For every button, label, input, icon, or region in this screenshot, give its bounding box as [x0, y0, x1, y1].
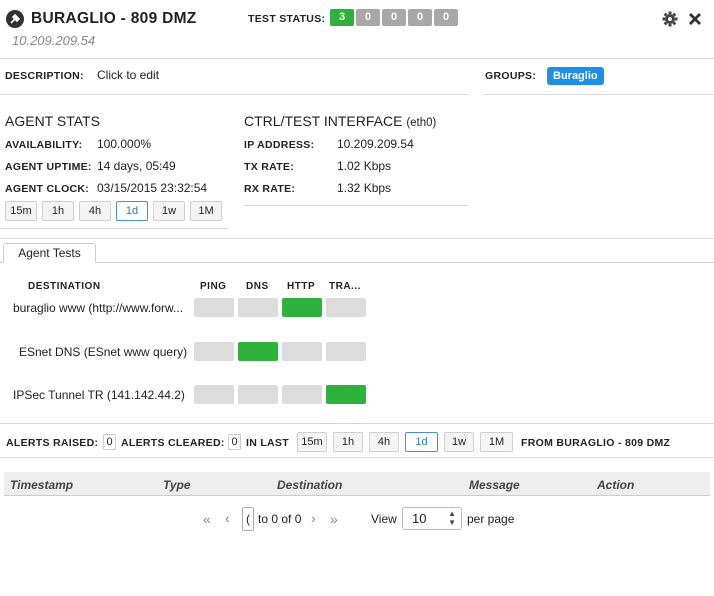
test-cell-dns[interactable]: [238, 342, 278, 361]
col-action[interactable]: Action: [597, 478, 634, 492]
gear-icon[interactable]: [662, 11, 678, 27]
test-cell-traceroute[interactable]: [326, 342, 366, 361]
alerts-range-1h-button[interactable]: 1h: [333, 432, 363, 452]
availability-label: AVAILABILITY:: [5, 139, 83, 151]
test-cell-http[interactable]: [282, 298, 322, 317]
alerts-from-label: FROM BURAGLIO - 809 DMZ: [521, 437, 671, 449]
page-input[interactable]: (: [242, 507, 254, 531]
test-destination[interactable]: IPSec Tunnel TR (141.142.44.2): [13, 388, 185, 402]
col-ping: PING: [200, 281, 227, 292]
description-value[interactable]: Click to edit: [97, 68, 159, 82]
status-count-ok[interactable]: 3: [330, 9, 354, 26]
test-cell-dns[interactable]: [238, 298, 278, 317]
view-label: View: [371, 512, 397, 526]
col-http: HTTP: [287, 281, 316, 292]
alerts-cleared-count: 0: [228, 434, 241, 450]
agent-icon: [6, 10, 24, 28]
groups-label: GROUPS:: [485, 70, 537, 82]
agent-stats-title: AGENT STATS: [5, 113, 100, 129]
test-cell-traceroute[interactable]: [326, 298, 366, 317]
clock-label: AGENT CLOCK:: [5, 183, 90, 195]
status-count[interactable]: 0: [408, 9, 432, 26]
in-last-label: IN LAST: [246, 437, 289, 449]
range-1h-button[interactable]: 1h: [42, 201, 74, 221]
per-page-value: 10: [412, 511, 427, 526]
alerts-range-1M-button[interactable]: 1M: [480, 432, 513, 452]
col-dns: DNS: [246, 281, 269, 292]
ctrl-title-text: CTRL/TEST INTERFACE: [244, 113, 403, 129]
test-status-label: TEST STATUS:: [248, 13, 326, 25]
test-cell-ping[interactable]: [194, 385, 234, 404]
col-message[interactable]: Message: [469, 478, 520, 492]
close-icon[interactable]: [688, 12, 702, 26]
test-cell-http[interactable]: [282, 342, 322, 361]
status-count[interactable]: 0: [434, 9, 458, 26]
agent-title: BURAGLIO - 809 DMZ: [31, 10, 197, 27]
test-cell-dns[interactable]: [238, 385, 278, 404]
alerts-range-4h-button[interactable]: 4h: [369, 432, 399, 452]
test-destination[interactable]: ESnet DNS (ESnet www query): [19, 345, 187, 359]
test-destination[interactable]: buraglio www (http://www.forw...: [13, 301, 183, 315]
test-cell-ping[interactable]: [194, 342, 234, 361]
availability-value: 100.000%: [97, 137, 152, 151]
status-count[interactable]: 0: [382, 9, 406, 26]
alerts-range-1w-button[interactable]: 1w: [444, 432, 474, 452]
group-tag[interactable]: Buraglio: [547, 67, 604, 85]
range-1d-button[interactable]: 1d: [116, 201, 148, 221]
clock-value: 03/15/2015 23:32:54: [97, 181, 208, 195]
alerts-cleared-label: ALERTS CLEARED:: [121, 437, 225, 449]
ctrl-iface: (eth0): [406, 117, 437, 129]
prev-page-icon[interactable]: ‹: [225, 510, 230, 526]
per-page-select[interactable]: 10 ▲ ▼: [402, 507, 462, 530]
test-cell-traceroute[interactable]: [326, 385, 366, 404]
alerts-raised-count: 0: [103, 434, 116, 450]
col-type[interactable]: Type: [163, 478, 191, 492]
rx-rate-label: RX RATE:: [244, 183, 296, 195]
first-page-icon[interactable]: «: [203, 511, 211, 527]
col-destination: DESTINATION: [28, 281, 101, 292]
tx-rate-value: 1.02 Kbps: [337, 159, 392, 173]
range-1M-button[interactable]: 1M: [190, 201, 222, 221]
col-traceroute: TRA...: [329, 281, 361, 292]
alerts-range-1d-button[interactable]: 1d: [405, 432, 438, 452]
next-page-icon[interactable]: ›: [311, 510, 316, 526]
agent-ip: 10.209.209.54: [12, 33, 96, 48]
range-4h-button[interactable]: 4h: [79, 201, 111, 221]
alerts-range-15m-button[interactable]: 15m: [297, 432, 327, 452]
description-label: DESCRIPTION:: [5, 70, 84, 82]
rx-rate-value: 1.32 Kbps: [337, 181, 392, 195]
range-1w-button[interactable]: 1w: [153, 201, 185, 221]
uptime-label: AGENT UPTIME:: [5, 161, 92, 173]
status-count[interactable]: 0: [356, 9, 380, 26]
test-status-counts: 3 0 0 0 0: [330, 9, 458, 26]
last-page-icon[interactable]: »: [330, 511, 338, 527]
ip-address-value: 10.209.209.54: [337, 137, 414, 151]
ip-address-label: IP ADDRESS:: [244, 139, 315, 151]
ctrl-title: CTRL/TEST INTERFACE (eth0): [244, 113, 436, 129]
col-timestamp[interactable]: Timestamp: [10, 478, 73, 492]
test-cell-ping[interactable]: [194, 298, 234, 317]
range-15m-button[interactable]: 15m: [5, 201, 37, 221]
test-cell-http[interactable]: [282, 385, 322, 404]
uptime-value: 14 days, 05:49: [97, 159, 176, 173]
tx-rate-label: TX RATE:: [244, 161, 295, 173]
alerts-raised-label: ALERTS RAISED:: [6, 437, 99, 449]
per-page-label: per page: [467, 512, 515, 526]
page-of-text: to 0 of 0: [258, 512, 302, 526]
tab-agent-tests[interactable]: Agent Tests: [3, 243, 96, 263]
tab-agent-tests-label: Agent Tests: [18, 246, 81, 260]
chevron-updown-icon: ▲ ▼: [448, 509, 456, 527]
col-destination-alerts[interactable]: Destination: [277, 478, 342, 492]
